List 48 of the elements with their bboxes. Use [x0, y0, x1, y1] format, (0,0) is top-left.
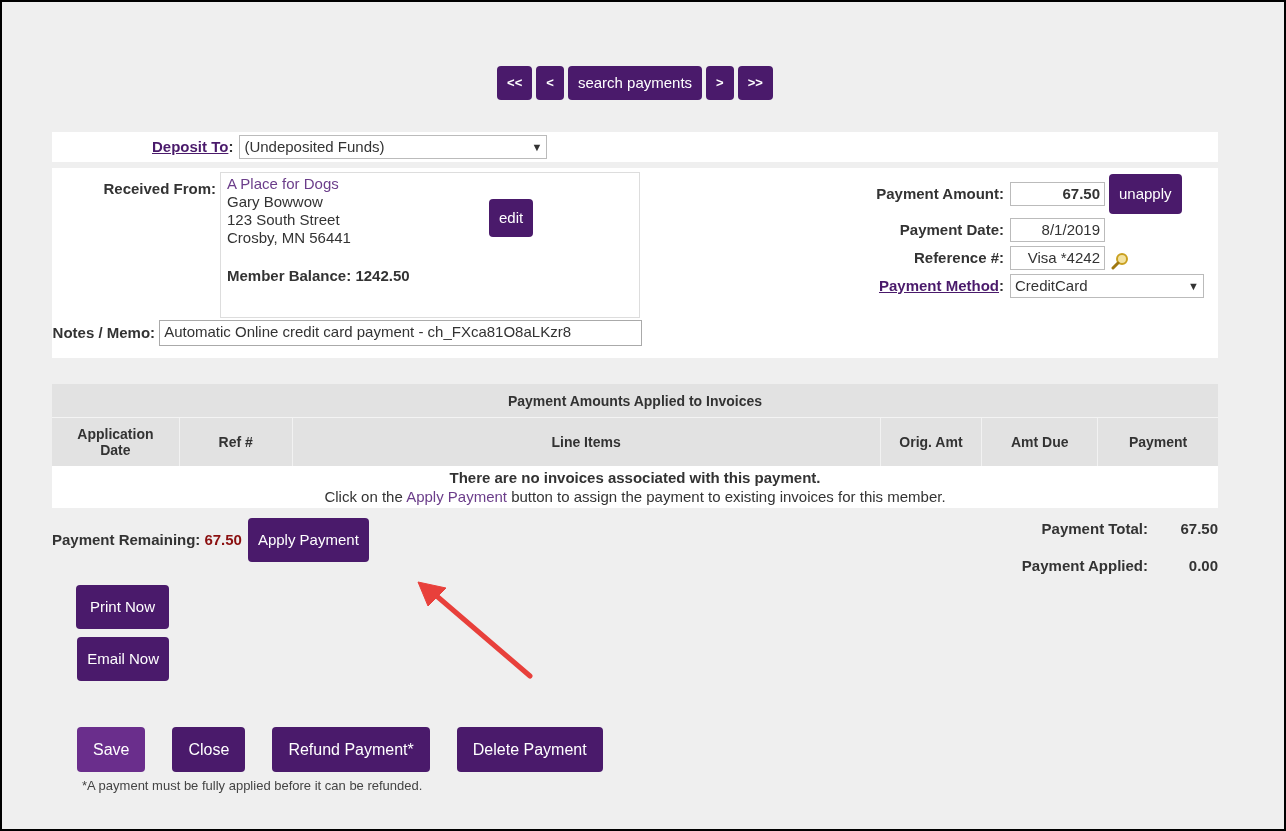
pager-button[interactable]: >: [706, 66, 734, 100]
dropdown-caret-icon: ▼: [1188, 275, 1199, 297]
payment-date-field[interactable]: 8/1/2019: [1010, 218, 1105, 242]
pager-button[interactable]: >>: [737, 66, 773, 100]
colon-text: :: [999, 275, 1004, 296]
reference-label: Reference #:: [913, 247, 1004, 268]
print-now-button[interactable]: Print Now: [75, 585, 169, 629]
search-payments-button[interactable]: search payments: [567, 66, 703, 100]
payment-method-select[interactable]: CreditCard ▼: [1010, 274, 1204, 298]
payment-amount-label: Payment Amount:: [876, 183, 1004, 204]
payment-date-label: Payment Date:: [899, 219, 1004, 240]
deposit-to-link[interactable]: Deposit To: [152, 135, 229, 159]
action-button[interactable]: Delete Payment: [456, 727, 603, 772]
hint-text: Click on the Apply Payment button to assign the payment to existing invoices for this member.: [323, 487, 947, 506]
unapply-button[interactable]: unapply: [1109, 174, 1182, 214]
payment-method-link[interactable]: Payment Method: [879, 274, 999, 298]
total-value: 0.00: [1187, 555, 1218, 576]
pager-button[interactable]: <<: [497, 66, 533, 100]
payment-amount-field[interactable]: 67.50: [1010, 182, 1105, 206]
table-title: Payment Amounts Applied to Invoices: [52, 384, 1218, 418]
deposit-select[interactable]: (Undeposited Funds) ▼: [239, 135, 548, 159]
action-button[interactable]: Close: [172, 727, 246, 772]
empty-message: There are no invoices associated with this payment.: [448, 468, 822, 487]
address-text: 123 South Street: [227, 211, 340, 229]
apply-payment-button[interactable]: Apply Payment: [247, 518, 369, 562]
dropdown-caret-icon: ▼: [531, 136, 543, 158]
payment-remaining-value: 67.50: [204, 529, 242, 550]
action-button[interactable]: Refund Payment*: [272, 727, 430, 772]
address-text: Crosby, MN 56441: [227, 229, 351, 247]
colon-text: :: [228, 136, 234, 157]
payment-remaining-label: Payment Remaining:: [52, 529, 201, 550]
address-text: Gary Bowwow: [227, 193, 323, 211]
member-link[interactable]: A Place for Dogs: [227, 175, 339, 193]
member-balance-text: Member Balance: 1242.50: [227, 267, 410, 285]
column-header: Payment: [1127, 432, 1189, 452]
total-label: Payment Applied:: [1020, 555, 1148, 576]
notes-field[interactable]: Automatic Online credit card payment - ch_FXca81O8aLKzr8: [159, 320, 642, 346]
pager-button[interactable]: <: [536, 66, 564, 100]
apply-payment-link[interactable]: Apply Payment: [406, 488, 507, 505]
print-now-button[interactable]: Email Now: [77, 637, 169, 681]
edit-button[interactable]: edit: [489, 199, 534, 237]
total-label: Payment Total:: [1040, 519, 1148, 539]
notes-label: Notes / Memo:: [52, 322, 157, 343]
reference-field[interactable]: Visa *4242: [1010, 246, 1105, 270]
action-button[interactable]: Save: [77, 727, 146, 772]
total-value: 67.50: [1179, 519, 1218, 539]
received-from-label: Received From:: [102, 179, 217, 199]
footnote-text: *A payment must be fully applied before it can be refunded.: [82, 778, 423, 793]
